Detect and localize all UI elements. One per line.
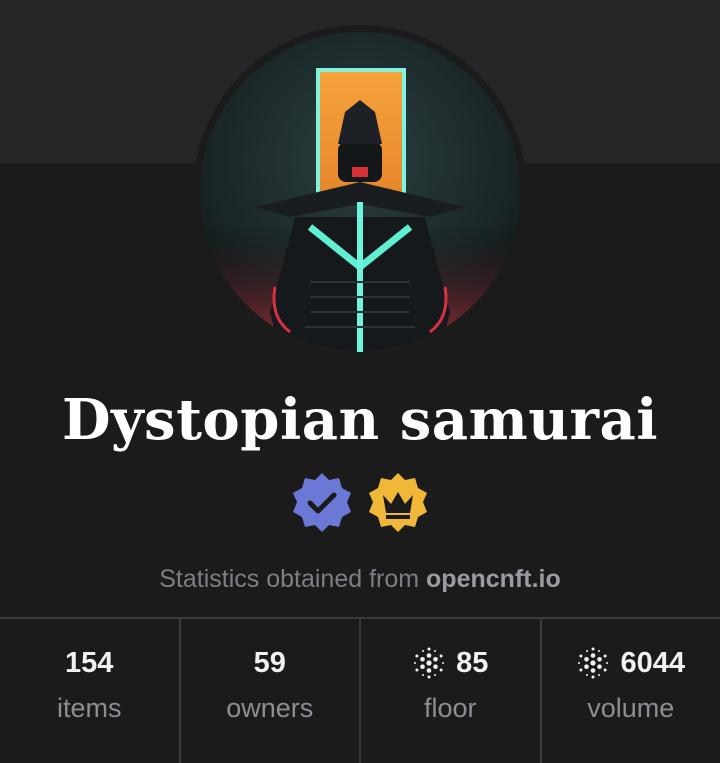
badge-row [0,471,720,541]
verified-check-icon [288,471,356,541]
stat-volume-value: 6044 [620,647,685,679]
stat-owners: 59 owners [181,619,361,763]
cardano-icon [412,646,446,680]
stat-items-value: 154 [65,647,114,679]
stats-source-text: Statistics obtained from [159,565,420,593]
cardano-icon [576,646,610,680]
stat-owners-value: 59 [253,647,286,679]
collection-title: Dystopian samurai [61,387,659,453]
opencnft-link[interactable]: opencnft.io [426,565,561,593]
stat-floor-value: 85 [456,647,489,679]
stat-floor: 85 floor [361,619,542,763]
samurai-avatar-image [200,32,520,352]
stat-floor-label: floor [423,693,477,723]
collection-avatar [200,32,520,352]
stat-items-label: items [56,693,122,723]
crown-badge-icon [364,471,432,541]
stat-volume-label: volume [587,693,675,723]
stats-source: Statistics obtained from opencnft.io [0,562,720,596]
stats-bar: 154 items 59 owners 85 floor 6044 volume [0,617,720,763]
stat-owners-label: owners [226,693,314,723]
stat-volume: 6044 volume [542,619,720,763]
stat-items: 154 items [0,619,181,763]
